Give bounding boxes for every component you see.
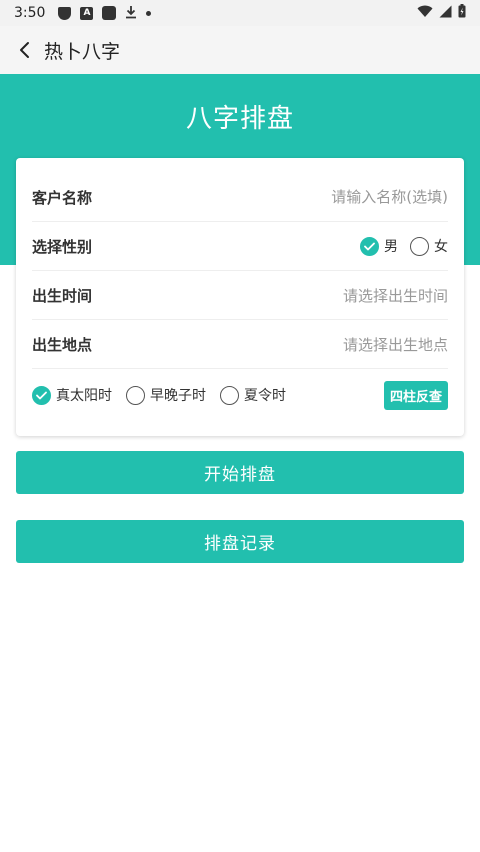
birth-time-picker[interactable]: 请选择出生时间 [152,285,448,306]
back-arrow-icon[interactable] [14,39,36,61]
time-option-true-solar[interactable]: 真太阳时 [32,385,112,405]
wifi-icon [417,5,433,22]
time-option-label: 早晚子时 [150,388,206,404]
signal-icon [439,5,452,22]
birth-place-row[interactable]: 出生地点 请选择出生地点 [32,320,448,369]
time-options-row: 真太阳时 早晚子时 夏令时 四柱反查 [32,369,448,421]
chart-records-button[interactable]: 排盘记录 [16,520,464,563]
name-row: 客户名称 [32,173,448,222]
reverse-lookup-button[interactable]: 四柱反查 [383,380,448,410]
radio-checked-icon [32,385,51,405]
birth-place-picker[interactable]: 请选择出生地点 [152,334,448,355]
birth-place-label: 出生地点 [32,335,93,354]
time-option-label: 真太阳时 [56,388,112,404]
gender-option-female[interactable]: 女 [410,236,448,256]
a-box-icon: A [80,6,94,20]
app-title: 热卜八字 [44,40,121,63]
page-title: 八字排盘 [185,104,294,134]
status-right [417,4,466,22]
gender-option-label: 女 [434,239,448,255]
radio-unchecked-icon [126,385,145,405]
gender-row: 选择性别 男 女 [32,222,448,271]
bazi-form-card: 客户名称 选择性别 男 女 出生时间 请选择出生时间 出生地点 请选择出生地点 [16,158,464,436]
radio-checked-icon [360,236,379,256]
time-option-early-late-zi[interactable]: 早晚子时 [126,385,206,405]
dot-icon [146,10,152,16]
name-label: 客户名称 [32,188,93,207]
square-icon [102,6,117,20]
battery-icon [458,4,466,22]
download-icon [125,5,137,22]
status-time: 3:50 [14,5,46,21]
status-left: 3:50 A [14,5,152,22]
gender-option-label: 男 [384,239,398,255]
status-bar: 3:50 A [0,0,480,26]
birth-time-row[interactable]: 出生时间 请选择出生时间 [32,271,448,320]
app-bar: 热卜八字 [0,26,480,74]
name-input[interactable] [152,188,448,206]
time-option-label: 夏令时 [244,388,286,404]
gender-radio-group: 男 女 [360,236,448,256]
gender-option-male[interactable]: 男 [360,236,398,256]
time-option-daylight-saving[interactable]: 夏令时 [220,385,286,405]
radio-unchecked-icon [220,385,239,405]
birth-time-label: 出生时间 [32,286,93,305]
radio-unchecked-icon [410,236,429,256]
gender-label: 选择性别 [32,237,93,256]
start-chart-button[interactable]: 开始排盘 [16,451,464,494]
shield-icon [58,6,72,20]
